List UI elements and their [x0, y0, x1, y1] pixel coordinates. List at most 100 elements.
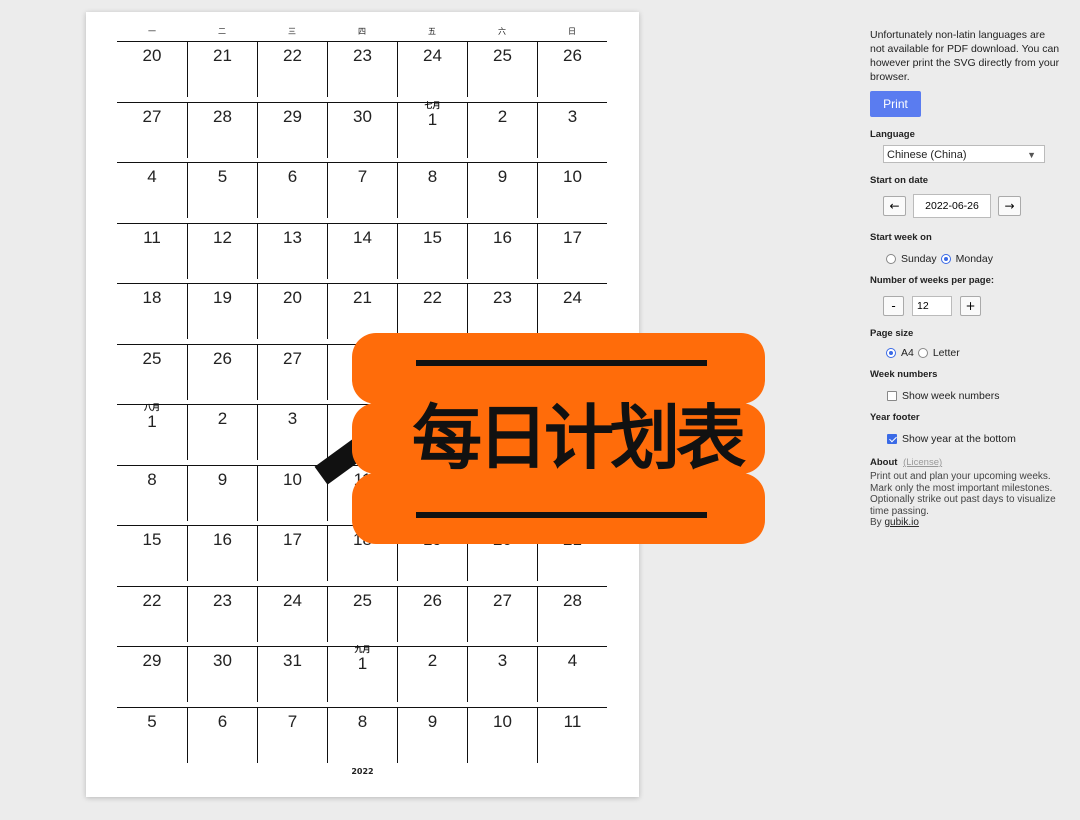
- day-cell[interactable]: 17: [257, 526, 327, 581]
- day-cell[interactable]: 24: [537, 284, 607, 339]
- day-cell[interactable]: 八月 1: [117, 403, 187, 460]
- day-cell[interactable]: 19: [187, 284, 257, 339]
- day-number: 27: [283, 348, 302, 368]
- day-cell[interactable]: 5: [117, 708, 187, 763]
- day-cell[interactable]: 2: [397, 647, 467, 702]
- day-cell[interactable]: 27: [117, 103, 187, 158]
- day-cell[interactable]: 30: [327, 102, 397, 158]
- day-number: 10: [493, 711, 512, 731]
- start-week-sunday-radio[interactable]: [886, 254, 896, 264]
- day-number: 11: [143, 227, 161, 247]
- day-number: 23: [493, 288, 512, 307]
- day-cell[interactable]: 24: [397, 42, 467, 97]
- month-label: 七月: [424, 100, 441, 110]
- day-cell[interactable]: 22: [117, 587, 187, 642]
- day-cell[interactable]: 6: [187, 707, 257, 763]
- day-cell[interactable]: 10: [467, 707, 537, 763]
- day-cell[interactable]: 24: [257, 586, 327, 642]
- day-cell[interactable]: 23: [467, 284, 537, 339]
- day-cell[interactable]: 11: [117, 224, 187, 279]
- day-cell[interactable]: 9: [467, 163, 537, 218]
- day-cell[interactable]: 25: [117, 345, 187, 400]
- day-number: 15: [142, 530, 162, 549]
- day-cell[interactable]: 七月 1: [397, 100, 467, 158]
- day-cell[interactable]: 29: [257, 102, 327, 158]
- day-cell[interactable]: 25: [327, 586, 397, 642]
- day-cell[interactable]: 22: [397, 284, 467, 339]
- day-cell[interactable]: 26: [537, 42, 607, 97]
- day-cell[interactable]: 25: [467, 42, 537, 97]
- day-cell[interactable]: 10: [537, 163, 607, 218]
- day-cell[interactable]: 26: [397, 586, 467, 642]
- day-cell[interactable]: 21: [187, 42, 257, 97]
- week-row: 20 21 22 23 24 25 26: [117, 41, 607, 102]
- day-cell[interactable]: 2: [187, 405, 257, 460]
- day-cell[interactable]: 9: [187, 465, 257, 521]
- day-cell[interactable]: 29: [117, 647, 187, 702]
- day-cell[interactable]: 8: [327, 707, 397, 763]
- next-date-button[interactable]: →: [998, 196, 1021, 216]
- day-cell[interactable]: 13: [257, 223, 327, 279]
- page-size-a4-radio[interactable]: [886, 348, 896, 358]
- print-button[interactable]: Print: [870, 91, 921, 117]
- day-cell[interactable]: 28: [187, 102, 257, 158]
- show-year-checkbox[interactable]: [887, 434, 897, 444]
- show-week-numbers-checkbox[interactable]: [887, 391, 897, 401]
- start-week-monday-radio[interactable]: [940, 254, 951, 264]
- day-cell[interactable]: 14: [327, 223, 397, 279]
- day-cell[interactable]: 28: [537, 586, 607, 642]
- license-link[interactable]: (License): [903, 457, 942, 468]
- weeks-per-page-input[interactable]: [912, 296, 952, 316]
- author-prefix: By: [870, 517, 882, 528]
- day-cell[interactable]: 27: [467, 586, 537, 642]
- week-row: 11 12 13 14 15 16 17: [117, 222, 607, 284]
- day-cell[interactable]: 2: [467, 102, 537, 158]
- language-select[interactable]: Chinese (China) ▼: [883, 145, 1045, 163]
- day-cell[interactable]: 7: [257, 707, 327, 763]
- prev-date-button[interactable]: ←: [883, 196, 906, 216]
- day-cell[interactable]: 17: [537, 223, 607, 279]
- day-cell[interactable]: 31: [257, 647, 327, 702]
- day-cell[interactable]: 22: [257, 42, 327, 97]
- day-cell[interactable]: 3: [537, 102, 607, 158]
- day-cell[interactable]: 21: [327, 284, 397, 339]
- day-cell[interactable]: 18: [117, 284, 187, 339]
- day-number: 9: [217, 469, 228, 489]
- page-size-letter-radio[interactable]: [917, 348, 928, 358]
- day-number: 4: [147, 167, 157, 186]
- day-cell[interactable]: 4: [117, 163, 187, 218]
- author-link[interactable]: gubik.io: [884, 517, 918, 528]
- day-cell[interactable]: 23: [187, 586, 257, 642]
- start-date-input[interactable]: [913, 194, 991, 218]
- day-cell[interactable]: 8: [117, 466, 187, 521]
- day-cell[interactable]: 11: [537, 707, 607, 763]
- weekday-label: 一: [148, 27, 156, 36]
- day-cell[interactable]: 7: [327, 163, 397, 218]
- weeks-decrement-button[interactable]: -: [883, 296, 904, 316]
- weeks-increment-button[interactable]: +: [960, 296, 981, 316]
- day-cell[interactable]: 27: [257, 344, 327, 400]
- day-cell[interactable]: 30: [187, 647, 257, 702]
- day-cell[interactable]: 5: [187, 163, 257, 218]
- day-cell[interactable]: 15: [397, 223, 467, 279]
- day-cell[interactable]: 20: [257, 284, 327, 339]
- day-cell[interactable]: 23: [327, 42, 397, 97]
- day-number: 7: [287, 711, 298, 731]
- day-cell[interactable]: 15: [117, 526, 187, 581]
- pdf-notice: Unfortunately non-latin languages are no…: [870, 29, 1060, 83]
- day-cell[interactable]: 4: [537, 647, 607, 702]
- day-cell[interactable]: 20: [117, 42, 187, 97]
- day-cell[interactable]: 8: [397, 163, 467, 218]
- day-cell[interactable]: 16: [467, 223, 537, 279]
- day-cell[interactable]: 26: [187, 344, 257, 400]
- weekday-label: 三: [288, 27, 296, 36]
- day-cell[interactable]: 3: [467, 647, 537, 702]
- day-cell[interactable]: 6: [257, 163, 327, 218]
- day-cell[interactable]: 九月 1: [327, 645, 397, 702]
- day-cell[interactable]: 16: [187, 526, 257, 581]
- day-number: 9: [427, 711, 438, 731]
- day-cell[interactable]: 10: [257, 465, 327, 521]
- day-cell[interactable]: 3: [257, 405, 327, 460]
- day-cell[interactable]: 9: [397, 707, 467, 763]
- day-cell[interactable]: 12: [187, 223, 257, 279]
